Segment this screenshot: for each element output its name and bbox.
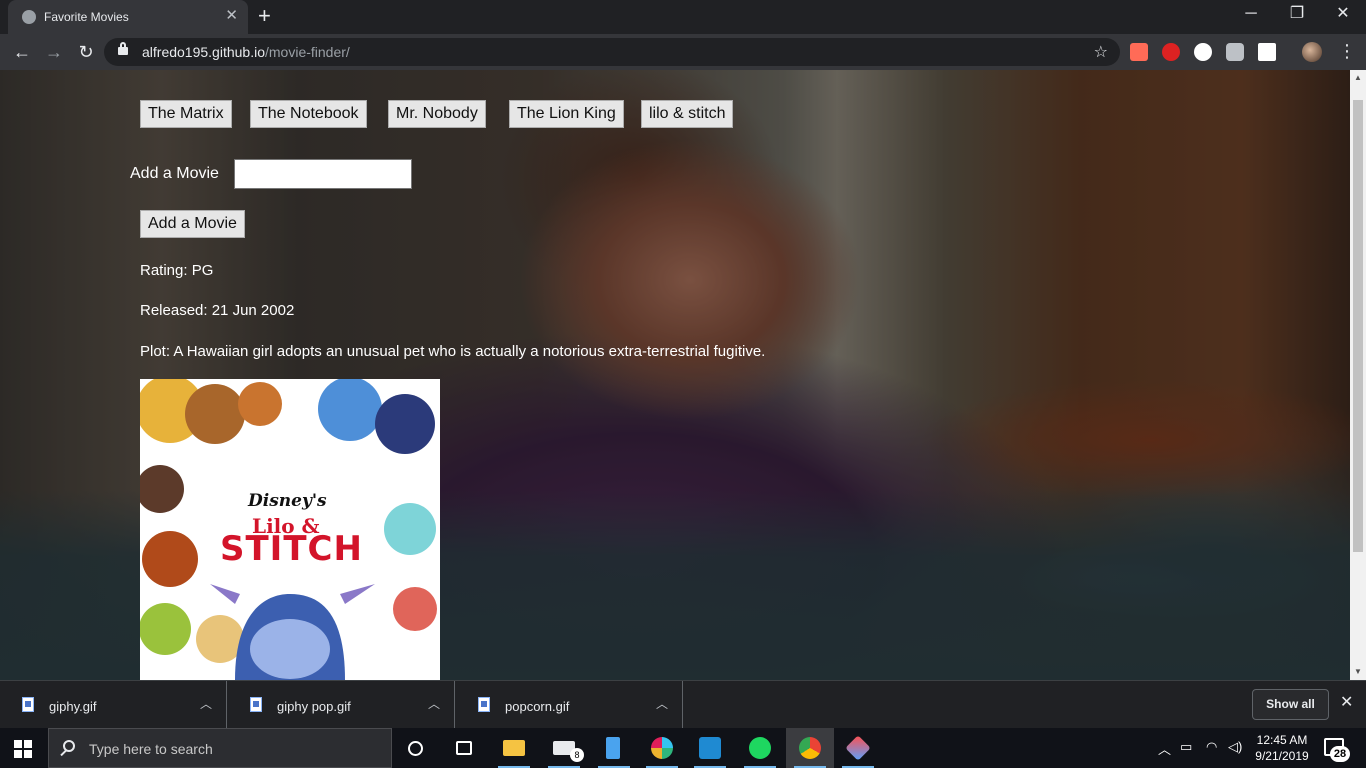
volume-icon[interactable]: ◁): [1228, 739, 1242, 755]
vscode-icon[interactable]: [686, 728, 734, 768]
address-bar[interactable]: alfredo195.github.io/movie-finder/ ☆: [104, 38, 1120, 66]
search-icon: [63, 740, 75, 752]
globe-icon: [22, 10, 36, 24]
lock-icon: [118, 42, 128, 56]
chevron-up-icon[interactable]: ︿: [428, 695, 440, 712]
task-view-icon[interactable]: [440, 728, 488, 768]
menu-icon[interactable]: ⋮: [1338, 40, 1356, 62]
chevron-up-icon[interactable]: ︿: [200, 695, 212, 712]
windows-start-icon[interactable]: [14, 740, 32, 758]
clock-time: 12:45 AM: [1256, 733, 1308, 747]
add-movie-button[interactable]: Add a Movie: [140, 210, 245, 238]
windows-taskbar: Type here to search 8 ︿ ▭ ◠ ◁) 12:45 AM …: [0, 728, 1366, 768]
phone-app-icon[interactable]: [590, 728, 638, 768]
movie-rating: Rating: PG: [140, 262, 214, 279]
slack-logo: [651, 737, 673, 759]
browser-toolbar: ← → ↻ alfredo195.github.io/movie-finder/…: [0, 34, 1366, 70]
git-kraken-icon[interactable]: [834, 728, 882, 768]
scroll-down-icon[interactable]: ▼: [1350, 664, 1366, 680]
task-view-glyph: [456, 741, 472, 755]
close-tab-icon[interactable]: ✕: [225, 8, 238, 24]
taskbar-search-placeholder: Type here to search: [89, 741, 213, 757]
movie-poster: Disney's Lilo & STITCH: [140, 379, 440, 680]
forward-icon[interactable]: →: [42, 41, 66, 63]
window-close-icon[interactable]: ✕: [1320, 4, 1366, 24]
extension-icon-circle[interactable]: [1194, 43, 1212, 61]
reload-icon[interactable]: ↻: [74, 41, 98, 63]
phone-icon: [606, 737, 620, 759]
movie-finder-content: The Matrix The Notebook Mr. Nobody The L…: [0, 70, 1350, 680]
url-path: /movie-finder/: [265, 44, 350, 60]
profile-avatar[interactable]: [1302, 42, 1322, 62]
extension-icon-gear[interactable]: [1226, 43, 1244, 61]
mail-badge: 8: [570, 748, 584, 762]
extension-icon-red-arrow[interactable]: [1130, 43, 1148, 61]
bookmark-star-icon[interactable]: ☆: [1094, 42, 1108, 62]
show-hidden-icons-icon[interactable]: ︿: [1158, 739, 1171, 758]
movie-button-the-notebook[interactable]: The Notebook: [250, 100, 367, 128]
show-all-downloads-button[interactable]: Show all: [1252, 689, 1329, 720]
cortana-icon[interactable]: [392, 728, 440, 768]
scrollbar-thumb[interactable]: [1353, 100, 1363, 552]
add-movie-label: Add a Movie: [130, 165, 219, 182]
clock-date: 9/21/2019: [1255, 749, 1309, 763]
movie-button-lilo-stitch[interactable]: lilo & stitch: [641, 100, 734, 128]
spotify-logo: [749, 737, 771, 759]
url-text[interactable]: alfredo195.github.io/movie-finder/: [142, 44, 350, 60]
download-item[interactable]: popcorn.gif ︿: [456, 681, 683, 729]
download-item[interactable]: giphy.gif ︿: [0, 681, 227, 729]
page-scrollbar[interactable]: ▲ ▼: [1350, 70, 1366, 680]
battery-icon[interactable]: ▭: [1180, 739, 1192, 755]
wifi-icon[interactable]: ◠: [1206, 739, 1217, 755]
extension-icon-note[interactable]: [1258, 43, 1276, 61]
browser-tab-strip: Favorite Movies ✕ + ─ ❐ ✕: [0, 0, 1366, 34]
page-viewport: The Matrix The Notebook Mr. Nobody The L…: [0, 70, 1366, 680]
diamond-logo: [845, 735, 871, 761]
extension-icon-shield[interactable]: [1162, 43, 1180, 61]
downloads-bar: giphy.gif ︿ giphy pop.gif ︿ popcorn.gif …: [0, 680, 1366, 729]
movie-button-mr-nobody[interactable]: Mr. Nobody: [388, 100, 486, 128]
close-downloads-icon[interactable]: ✕: [1340, 693, 1353, 713]
slack-icon[interactable]: [638, 728, 686, 768]
chrome-logo: [799, 737, 821, 759]
poster-brand: Disney's: [248, 491, 327, 511]
vscode-logo: [699, 737, 721, 759]
download-filename: giphy.gif: [49, 699, 97, 714]
cortana-circle: [408, 741, 423, 756]
minimize-icon[interactable]: ─: [1228, 4, 1274, 24]
notification-count-badge: 28: [1330, 746, 1350, 762]
taskbar-clock[interactable]: 12:45 AM 9/21/2019: [1254, 732, 1310, 764]
image-file-icon: [22, 697, 34, 712]
mail-app-icon[interactable]: 8: [540, 728, 588, 768]
scroll-up-icon[interactable]: ▲: [1350, 70, 1366, 86]
spotify-icon[interactable]: [736, 728, 784, 768]
image-file-icon: [478, 697, 490, 712]
back-icon[interactable]: ←: [10, 41, 34, 63]
tab-favorite-movies[interactable]: Favorite Movies ✕: [8, 0, 248, 34]
url-host: alfredo195.github.io: [142, 44, 265, 60]
tab-title: Favorite Movies: [44, 10, 129, 24]
file-explorer-icon[interactable]: [490, 728, 538, 768]
poster-title-bottom: STITCH: [220, 529, 363, 569]
chevron-up-icon[interactable]: ︿: [656, 695, 668, 712]
download-filename: popcorn.gif: [505, 699, 570, 714]
folder-icon: [503, 740, 525, 756]
new-tab-button[interactable]: +: [258, 4, 271, 28]
movie-plot: Plot: A Hawaiian girl adopts an unusual …: [140, 343, 766, 360]
movie-button-the-lion-king[interactable]: The Lion King: [509, 100, 624, 128]
download-item[interactable]: giphy pop.gif ︿: [228, 681, 455, 729]
taskbar-search-box[interactable]: Type here to search: [48, 728, 392, 768]
movie-released: Released: 21 Jun 2002: [140, 302, 295, 319]
chrome-icon[interactable]: [786, 728, 834, 768]
add-movie-input[interactable]: [234, 159, 412, 189]
movie-button-the-matrix[interactable]: The Matrix: [140, 100, 232, 128]
image-file-icon: [250, 697, 262, 712]
maximize-icon[interactable]: ❐: [1274, 4, 1320, 24]
download-filename: giphy pop.gif: [277, 699, 351, 714]
